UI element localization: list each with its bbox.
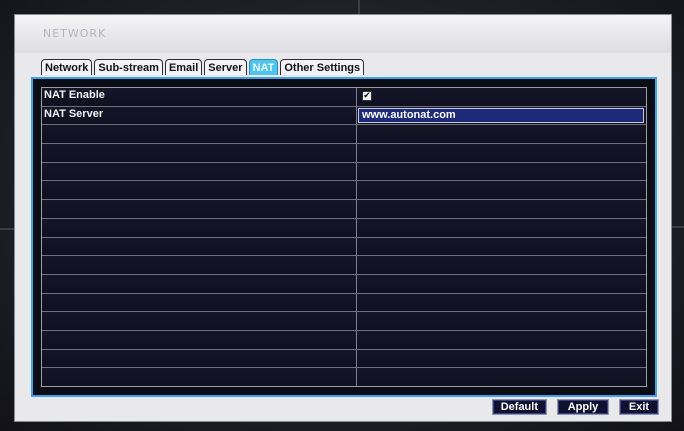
empty-label-cell [42, 274, 357, 293]
default-button[interactable]: Default [491, 399, 547, 415]
empty-label-cell [42, 218, 357, 237]
table-row [42, 330, 646, 350]
empty-value-cell [357, 144, 646, 162]
screen-divider [0, 228, 14, 230]
table-row [42, 274, 646, 294]
empty-value-cell [357, 181, 646, 199]
apply-button[interactable]: Apply [557, 399, 609, 415]
table-row [42, 125, 646, 145]
tab-server[interactable]: Server [204, 59, 247, 75]
empty-label-cell [42, 330, 357, 349]
table-row [42, 144, 646, 163]
table-row [42, 256, 646, 275]
tab-network[interactable]: Network [41, 59, 93, 75]
table-row [42, 368, 646, 386]
empty-value-cell [357, 200, 646, 218]
screen-divider [358, 0, 360, 14]
tab-bar: Network Sub-stream Email Server NAT Othe… [41, 59, 365, 75]
table-row [42, 218, 646, 238]
empty-value-cell [357, 238, 646, 256]
window-title: NETWORK [43, 27, 107, 40]
nat-enable-label: NAT Enable [42, 88, 357, 106]
button-bar: Default Apply Exit [491, 399, 659, 415]
empty-value-cell [357, 275, 646, 293]
nat-server-value-cell: www.autonat.com [357, 107, 646, 125]
empty-label-cell [42, 144, 357, 162]
table-row [42, 237, 646, 257]
empty-label-cell [42, 237, 357, 256]
empty-label-cell [42, 368, 357, 386]
nat-enable-value-cell: ✔ [357, 88, 646, 106]
table-row [42, 181, 646, 201]
table-row [42, 200, 646, 219]
empty-label-cell [42, 293, 357, 312]
nat-server-input[interactable]: www.autonat.com [358, 107, 644, 124]
empty-label-cell [42, 181, 357, 200]
checkmark-icon: ✔ [363, 91, 371, 101]
table-row [42, 349, 646, 369]
tab-sub-stream[interactable]: Sub-stream [94, 59, 163, 75]
tab-email[interactable]: Email [164, 59, 203, 75]
table-row [42, 162, 646, 182]
empty-value-cell [357, 331, 646, 349]
empty-label-cell [42, 162, 357, 181]
empty-value-cell [357, 219, 646, 237]
empty-value-cell [357, 256, 646, 274]
empty-value-cell [357, 125, 646, 143]
empty-label-cell [42, 349, 357, 368]
empty-value-cell [357, 294, 646, 312]
tab-nat[interactable]: NAT [248, 59, 279, 75]
tab-other-settings[interactable]: Other Settings [280, 59, 365, 75]
nat-enable-checkbox[interactable]: ✔ [362, 91, 372, 101]
network-settings-window: NETWORK Network Sub-stream Email Server … [14, 14, 672, 422]
nat-server-label: NAT Server [42, 106, 357, 125]
table-row [42, 312, 646, 331]
empty-value-cell [357, 163, 646, 181]
table-row [42, 293, 646, 313]
empty-value-cell [357, 350, 646, 368]
empty-label-cell [42, 256, 357, 274]
empty-label-cell [42, 200, 357, 218]
settings-table: NAT Enable ✔ NAT Server www.autonat.com [41, 87, 647, 387]
title-bar: NETWORK [15, 15, 671, 53]
empty-label-cell [42, 125, 357, 144]
empty-value-cell [357, 312, 646, 330]
exit-button[interactable]: Exit [619, 399, 659, 415]
settings-panel: NAT Enable ✔ NAT Server www.autonat.com [31, 77, 657, 397]
table-row-nat-server: NAT Server www.autonat.com [42, 106, 646, 126]
table-row-nat-enable: NAT Enable ✔ [42, 88, 646, 107]
empty-value-cell [357, 368, 646, 386]
empty-label-cell [42, 312, 357, 330]
screen-divider [670, 226, 684, 228]
